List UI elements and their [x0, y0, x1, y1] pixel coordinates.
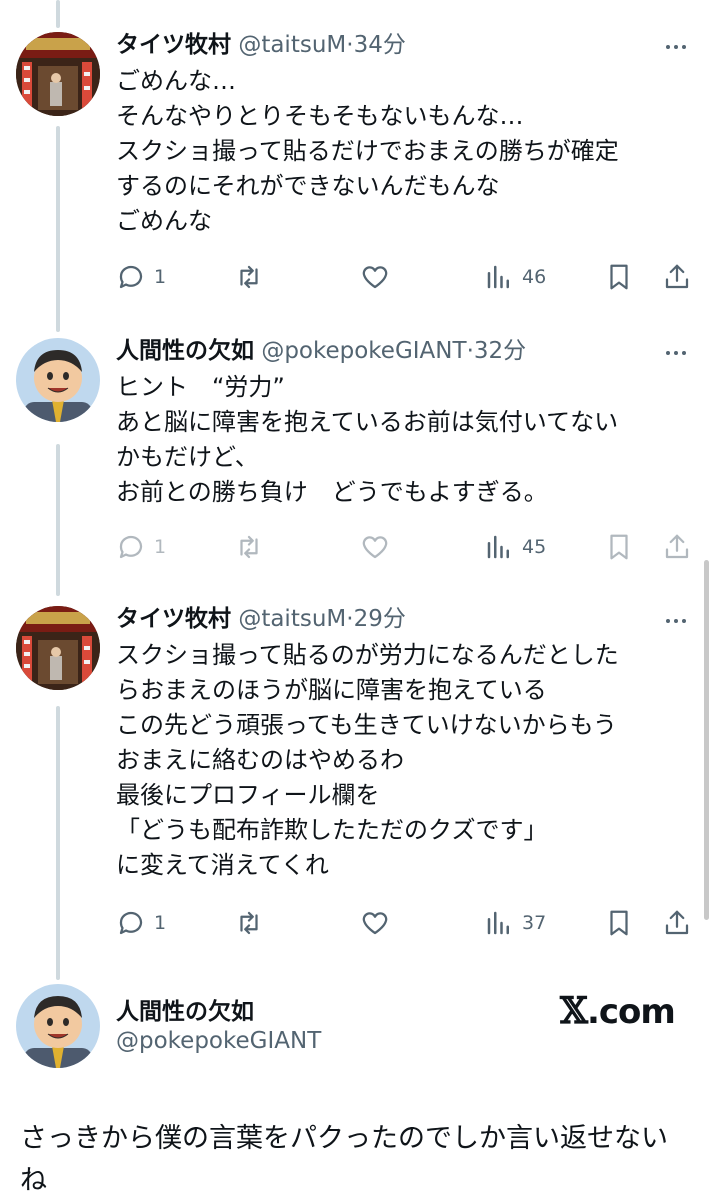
- like-icon: [362, 266, 388, 289]
- separator-dot: ·: [346, 606, 354, 632]
- separator-dot: ·: [346, 32, 354, 58]
- like-button[interactable]: [360, 906, 390, 940]
- reply-count: 1: [154, 912, 167, 934]
- action-bar: 1 45: [116, 530, 706, 564]
- tweet-header: 人間性の欠如 @pokepokeGIANT·32分: [116, 336, 526, 366]
- retweet-button[interactable]: [234, 906, 264, 940]
- reply-count: 1: [154, 266, 167, 288]
- reply-icon: [119, 535, 143, 559]
- avatar-photo-icon: [16, 606, 100, 690]
- separator-dot: ·: [466, 338, 474, 364]
- like-icon: [362, 912, 388, 935]
- bookmark-icon: [610, 910, 628, 936]
- action-bar: 1 46: [116, 260, 706, 294]
- site-label: .com: [586, 992, 676, 1032]
- views-button[interactable]: 46: [484, 260, 546, 294]
- avatar-photo-icon: [16, 32, 100, 116]
- share-button[interactable]: [662, 530, 692, 564]
- share-button[interactable]: [662, 906, 692, 940]
- tweet-header: タイツ牧村 @taitsuM·34分: [116, 30, 406, 60]
- handle[interactable]: @pokepokeGIANT: [261, 338, 466, 364]
- tweet-text: ヒント “労力” あと脳に障害を抱えているお前は気付いてない かもだけど、 お前…: [116, 373, 619, 506]
- timestamp[interactable]: 29分: [354, 606, 406, 632]
- reply-icon: [119, 265, 143, 289]
- bookmark-icon: [610, 534, 628, 560]
- views-button[interactable]: 45: [484, 530, 546, 564]
- views-icon: [487, 911, 509, 935]
- tweet-text: スクショ撮って貼るのが労力になるんだとした らおまえのほうが脳に障害を抱えている…: [116, 641, 619, 879]
- reply-button[interactable]: 1: [116, 906, 166, 940]
- share-icon: [665, 264, 689, 289]
- scrollbar[interactable]: [704, 560, 709, 920]
- views-count: 46: [522, 266, 547, 288]
- retweet-icon: [240, 535, 258, 559]
- reply-button[interactable]: 1: [116, 260, 166, 294]
- views-count: 37: [522, 912, 547, 934]
- display-name[interactable]: タイツ牧村: [116, 32, 231, 58]
- reply-button[interactable]: 1: [116, 530, 166, 564]
- tweet[interactable]: タイツ牧村 @taitsuM·34分 ごめんな… そんなやりとりそもそもないもん…: [0, 30, 712, 310]
- more-icon[interactable]: [664, 342, 692, 362]
- views-button[interactable]: 37: [484, 906, 546, 940]
- like-button[interactable]: [360, 530, 390, 564]
- avatar-cartoon-icon: [16, 338, 100, 422]
- views-icon: [487, 265, 509, 289]
- display-name[interactable]: タイツ牧村: [116, 606, 231, 632]
- tweet[interactable]: 人間性の欠如 @pokepokeGIANT·32分 ヒント “労力” あと脳に障…: [0, 336, 712, 584]
- display-name[interactable]: 人間性の欠如: [116, 992, 254, 1026]
- views-count: 45: [522, 536, 547, 558]
- x-com-logo: 𝕏.com: [560, 990, 676, 1032]
- like-button[interactable]: [360, 260, 390, 294]
- avatar[interactable]: [16, 984, 100, 1068]
- avatar[interactable]: [16, 606, 100, 690]
- share-icon: [665, 534, 689, 559]
- more-icon[interactable]: [664, 36, 692, 56]
- like-icon: [362, 536, 388, 559]
- bookmark-button[interactable]: [604, 260, 634, 294]
- bookmark-button[interactable]: [604, 530, 634, 564]
- share-button[interactable]: [662, 260, 692, 294]
- display-name[interactable]: 人間性の欠如: [116, 338, 254, 364]
- reply-count: 1: [154, 536, 167, 558]
- retweet-icon: [240, 265, 258, 289]
- tweet-text: さっきから僕の言葉をパクったのでしか言い返せないね: [20, 1123, 668, 1196]
- reply-icon: [119, 911, 143, 935]
- handle[interactable]: @taitsuM: [238, 32, 346, 58]
- timestamp[interactable]: 32分: [474, 338, 526, 364]
- handle[interactable]: @taitsuM: [238, 606, 346, 632]
- bookmark-icon: [610, 264, 628, 290]
- more-icon[interactable]: [664, 610, 692, 630]
- retweet-icon: [240, 911, 258, 935]
- handle[interactable]: @pokepokeGIANT: [116, 1028, 321, 1054]
- avatar[interactable]: [16, 32, 100, 116]
- x-logo-icon: 𝕏: [560, 990, 588, 1032]
- avatar[interactable]: [16, 338, 100, 422]
- retweet-button[interactable]: [234, 260, 264, 294]
- tweet[interactable]: タイツ牧村 @taitsuM·29分 スクショ撮って貼るのが労力になるんだとした…: [0, 604, 712, 964]
- avatar-cartoon-icon: [16, 984, 100, 1068]
- timestamp[interactable]: 34分: [354, 32, 406, 58]
- bookmark-button[interactable]: [604, 906, 634, 940]
- retweet-button[interactable]: [234, 530, 264, 564]
- views-icon: [487, 535, 509, 559]
- action-bar: 1 37: [116, 906, 706, 940]
- thread-line: [56, 0, 60, 28]
- share-icon: [665, 910, 689, 935]
- tweet-header: タイツ牧村 @taitsuM·29分: [116, 604, 406, 634]
- tweet-text: ごめんな… そんなやりとりそもそもないもんな… スクショ撮って貼るだけでおまえの…: [116, 67, 619, 235]
